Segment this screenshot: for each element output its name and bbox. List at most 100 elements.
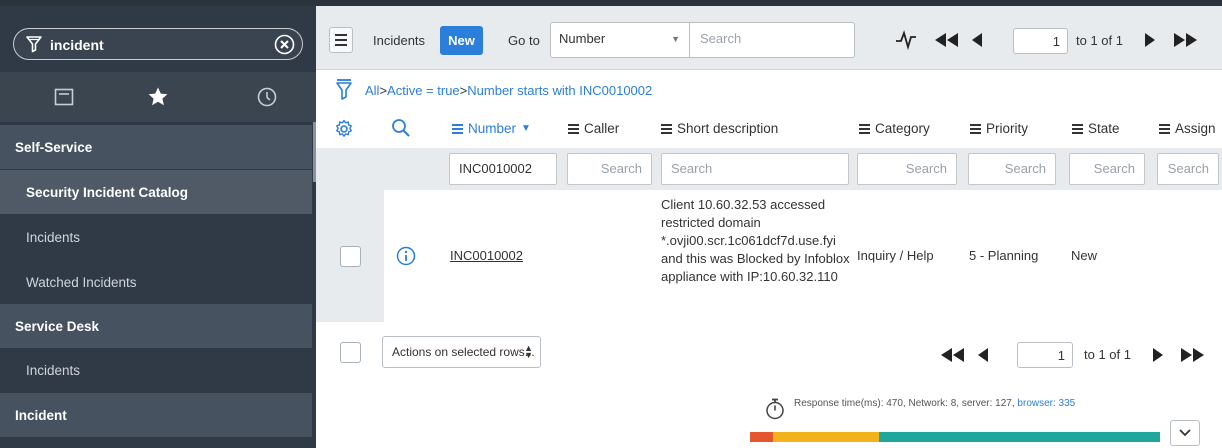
filter-toggle-icon[interactable] (336, 78, 352, 100)
nav-top-border (0, 0, 316, 6)
nav-section-label: Service Desk (15, 318, 100, 334)
short-description-cell: Client 10.60.32.53 accessed restricted d… (661, 197, 850, 284)
nav-filter-input[interactable] (50, 34, 270, 56)
filter-icon (26, 36, 42, 53)
assigned-search-input[interactable]: Search (1157, 153, 1219, 185)
app-navigator: Self-Service Security Incident Catalog I… (0, 0, 316, 448)
row-checkbox[interactable] (340, 246, 361, 267)
number-search-input[interactable]: INC0010002 (449, 153, 557, 185)
column-assigned-to[interactable]: Assign (1159, 121, 1216, 136)
response-time-text: Response time(ms): 470, Network: 8, serv… (794, 398, 1075, 409)
column-menu-icon (568, 123, 579, 134)
column-caller[interactable]: Caller (568, 121, 619, 136)
nav-item-label: Incidents (26, 229, 81, 245)
short-description-search-input[interactable]: Search (661, 153, 849, 185)
column-label: State (1088, 121, 1120, 136)
list-footer: Actions on selected rows... ▲ ▼ 1 to 1 of… (316, 322, 1222, 382)
nav-tab-bar (0, 72, 316, 122)
actions-select-value: Actions on selected rows... (392, 345, 535, 359)
first-page-icon[interactable] (934, 33, 960, 47)
list-toolbar: Incidents New Go to Number ▼ Search 1 to… (316, 6, 1222, 70)
info-icon[interactable] (396, 246, 416, 266)
last-page-icon[interactable] (1179, 348, 1205, 362)
last-page-icon[interactable] (1172, 33, 1198, 47)
actions-select[interactable]: Actions on selected rows... ▲ ▼ (382, 336, 541, 368)
column-menu-icon (452, 123, 463, 134)
nav-section-incident[interactable]: Incident (0, 393, 312, 437)
tab-favorites[interactable] (145, 84, 171, 110)
priority-cell: 5 - Planning (969, 248, 1039, 263)
column-label: Priority (986, 121, 1029, 136)
nav-item-label: Incidents (26, 362, 81, 378)
breadcrumb-all[interactable]: All (365, 83, 379, 98)
response-bar-network (750, 432, 774, 442)
breadcrumb-active[interactable]: Active = true (387, 83, 460, 98)
nav-section-self-service[interactable]: Self-Service (0, 125, 312, 169)
select-all-checkbox[interactable] (340, 342, 361, 363)
response-details-toggle[interactable] (1170, 420, 1200, 446)
search-icon[interactable] (391, 118, 411, 138)
nav-item-label: Watched Incidents (26, 274, 137, 290)
footer-page-number-input[interactable]: 1 (1017, 342, 1073, 368)
goto-search-input[interactable]: Search (690, 22, 855, 58)
breadcrumb-separator: > (379, 83, 388, 98)
gear-icon[interactable] (334, 119, 354, 139)
column-state[interactable]: State (1072, 121, 1120, 136)
goto-label: Go to (508, 33, 540, 48)
nav-item-watched-incidents[interactable]: Watched Incidents (0, 260, 312, 304)
browser-time-link[interactable]: browser: 335 (1017, 398, 1075, 409)
nav-item-service-desk-incidents[interactable]: Incidents (0, 348, 312, 392)
column-header-row: Number ▼ Caller Short description Catego… (316, 110, 1222, 148)
caller-search-input[interactable]: Search (567, 153, 652, 185)
prev-page-icon[interactable] (977, 348, 989, 362)
goto-field-select[interactable]: Number ▼ (550, 22, 690, 58)
response-time-bar (750, 432, 1160, 442)
column-menu-icon (1159, 123, 1170, 134)
incident-number-link[interactable]: INC0010002 (450, 248, 523, 263)
next-page-icon[interactable] (1152, 348, 1164, 362)
column-label: Assign (1175, 121, 1216, 136)
nav-item-incidents[interactable]: Incidents (0, 215, 312, 259)
column-short-description[interactable]: Short description (661, 121, 778, 136)
column-label: Category (875, 121, 930, 136)
list-menu-button[interactable] (329, 27, 353, 53)
state-search-input[interactable]: Search (1069, 153, 1145, 185)
prev-page-icon[interactable] (971, 33, 983, 47)
column-label: Caller (584, 121, 620, 136)
table-row[interactable]: INC0010002 Client 10.60.32.53 accessed r… (316, 190, 1222, 322)
breadcrumb-text: All>Active = true>Number starts with INC… (365, 83, 652, 98)
clear-icon[interactable] (274, 34, 295, 55)
chevron-down-icon (1179, 429, 1191, 437)
stopwatch-icon (766, 398, 784, 420)
pulse-icon[interactable] (895, 28, 917, 50)
category-search-input[interactable]: Search (857, 153, 957, 185)
tab-history[interactable] (254, 84, 280, 110)
nav-section-service-desk[interactable]: Service Desk (0, 304, 312, 348)
breadcrumb-number-filter[interactable]: Number starts with INC0010002 (467, 83, 652, 98)
tab-all-apps[interactable] (51, 84, 77, 110)
nav-section-label: Incident (15, 407, 67, 423)
response-bar-server (773, 432, 880, 442)
nav-item-label: Security Incident Catalog (26, 184, 189, 200)
new-button[interactable]: New (440, 26, 483, 55)
nav-section-label: Self-Service (15, 139, 93, 155)
next-page-icon[interactable] (1144, 33, 1156, 47)
sort-desc-icon: ▼ (521, 123, 531, 134)
nav-filter-box[interactable] (13, 28, 303, 60)
column-number[interactable]: Number ▼ (452, 121, 531, 136)
column-priority[interactable]: Priority (970, 121, 1028, 136)
favorites-star-icon (148, 87, 168, 106)
row-select-cell (316, 190, 384, 322)
column-category[interactable]: Category (859, 121, 930, 136)
list-title[interactable]: Incidents (373, 33, 425, 48)
goto-field-value: Number (559, 31, 606, 46)
column-menu-icon (661, 123, 672, 134)
footer-page-count-text: to 1 of 1 (1084, 347, 1131, 362)
page-number-input[interactable]: 1 (1013, 28, 1068, 54)
first-page-icon[interactable] (940, 348, 966, 362)
column-menu-icon (970, 123, 981, 134)
column-search-row: INC0010002 Search Search Search Search S… (316, 148, 1222, 190)
nav-item-security-incident-catalog[interactable]: Security Incident Catalog (0, 170, 312, 214)
priority-search-input[interactable]: Search (968, 153, 1056, 185)
updown-chevron-icon: ▲ ▼ (524, 343, 533, 360)
